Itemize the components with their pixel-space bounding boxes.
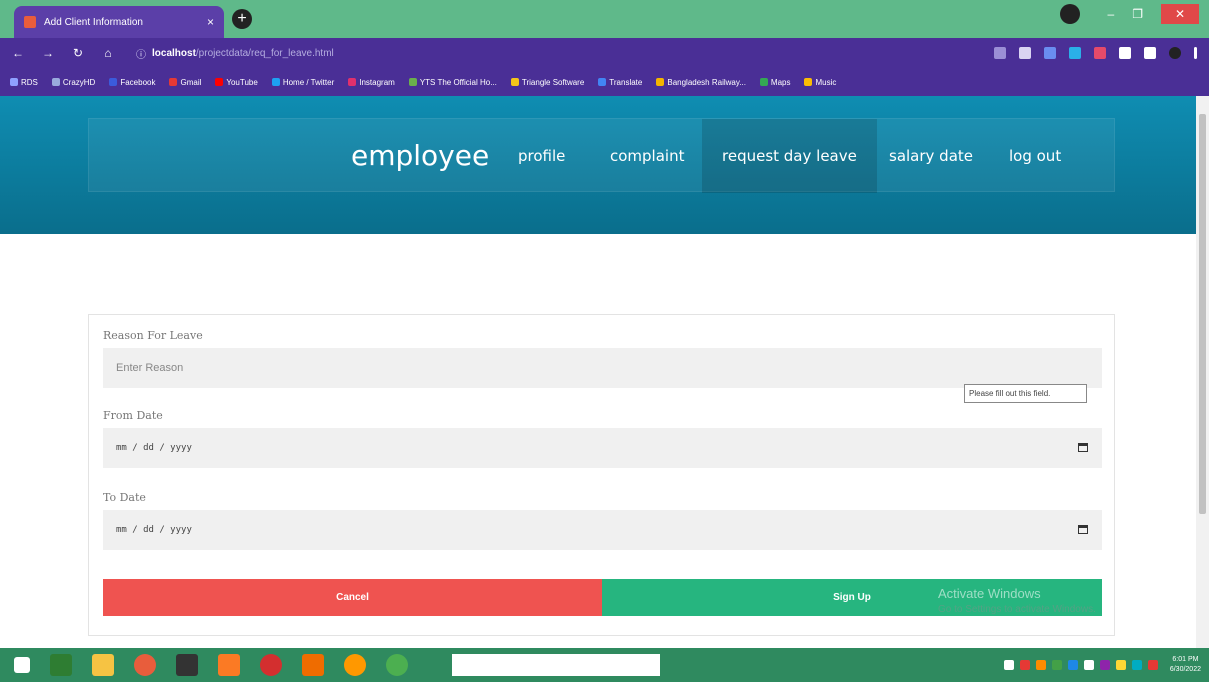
reason-label: Reason For Leave [103, 329, 203, 342]
bookmark-item[interactable]: YouTube [215, 78, 258, 87]
from-date-value: mm / dd / yyyy [116, 443, 192, 453]
info-icon: ⓘ [136, 49, 146, 61]
tray-icon[interactable] [1019, 660, 1030, 670]
back-icon[interactable]: ← [6, 46, 30, 60]
browser-tab[interactable]: Add Client Information × [14, 6, 224, 38]
clock-date: 6/30/2022 [1169, 666, 1201, 673]
bookmark-item[interactable]: Triangle Software [510, 78, 584, 87]
tray-icon[interactable] [1115, 660, 1126, 670]
to-date-value: mm / dd / yyyy [116, 525, 192, 535]
browser-toolbar: ← → ↻ ⌂ ⓘ localhost /projectdata/req_for… [0, 38, 1209, 68]
page-viewport: employee profile complaint request day l… [0, 96, 1196, 648]
tab-favicon-icon [24, 16, 36, 28]
brand-title[interactable]: employee [351, 139, 489, 172]
file-explorer-icon[interactable] [92, 654, 114, 676]
bookmark-item[interactable]: Bangladesh Railway... [656, 78, 746, 87]
tray-icon[interactable] [1051, 660, 1062, 670]
calendar-icon[interactable] [1078, 525, 1088, 534]
page-scrollbar[interactable] [1196, 96, 1209, 648]
cancel-button[interactable]: Cancel [103, 579, 602, 616]
activate-windows-watermark: Activate Windows [938, 586, 1041, 601]
scrollbar-thumb[interactable] [1199, 114, 1206, 514]
bookmark-item[interactable]: Maps [759, 78, 790, 87]
bookmark-item[interactable]: Gmail [169, 78, 201, 87]
extension-3-icon[interactable] [1094, 47, 1106, 59]
sidebar-icon[interactable] [1144, 47, 1156, 59]
nav-salary-date[interactable]: salary date [869, 119, 993, 193]
from-date-label: From Date [103, 409, 163, 422]
bookmark-item[interactable]: Instagram [348, 78, 395, 87]
minimize-icon[interactable]: – [1108, 7, 1115, 21]
taskbar-clock[interactable]: 6:01 PM 6/30/2022 [1170, 655, 1201, 675]
xampp-icon[interactable] [218, 654, 240, 676]
to-date-label: To Date [103, 491, 146, 504]
bookmark-item[interactable]: Facebook [109, 78, 155, 87]
nav-log-out[interactable]: log out [989, 119, 1081, 193]
new-tab-button[interactable]: + [232, 9, 252, 29]
taskbar-search-input[interactable] [452, 654, 660, 676]
tray-icon[interactable] [1147, 660, 1158, 670]
reload-icon[interactable]: ↻ [66, 46, 90, 60]
menu-icon[interactable] [1194, 47, 1197, 59]
forward-icon[interactable]: → [36, 46, 60, 60]
bookmark-item[interactable]: YTS The Official Ho... [408, 78, 497, 87]
extension-icons [994, 47, 1197, 59]
share-icon[interactable] [994, 47, 1006, 59]
validation-tooltip: Please fill out this field. [964, 384, 1087, 403]
browser-icon[interactable] [134, 654, 156, 676]
nav-complaint[interactable]: complaint [590, 119, 704, 193]
windows-start-icon[interactable] [14, 657, 30, 673]
sublime-icon[interactable] [302, 654, 324, 676]
tray-icon[interactable] [1083, 660, 1094, 670]
extensions-puzzle-icon[interactable] [1119, 47, 1131, 59]
from-date-input[interactable]: mm / dd / yyyy [103, 428, 1102, 468]
tray-icon[interactable] [1067, 660, 1078, 670]
calendar-icon[interactable] [1078, 443, 1088, 452]
tray-icon[interactable] [1099, 660, 1110, 670]
tray-icon[interactable] [1131, 660, 1142, 670]
system-tray: 6:01 PM 6/30/2022 [1003, 655, 1201, 675]
clock-time: 6:01 PM [1172, 656, 1199, 663]
to-date-input[interactable]: mm / dd / yyyy [103, 510, 1102, 550]
reason-input[interactable]: Enter Reason [103, 348, 1102, 388]
nav-profile[interactable]: profile [498, 119, 585, 193]
bookmark-item[interactable]: Music [804, 78, 836, 87]
bookmark-item[interactable]: Home / Twitter [271, 78, 334, 87]
firefox-icon[interactable] [344, 654, 366, 676]
activate-windows-subtext: Go to Settings to activate Windows. [938, 604, 1096, 615]
window-controls: – ❐ ✕ [1059, 4, 1199, 24]
bookmark-item[interactable]: Translate [598, 78, 642, 87]
extension-2-icon[interactable] [1069, 47, 1081, 59]
profile-avatar-icon[interactable] [1059, 4, 1080, 24]
opera-icon[interactable] [260, 654, 282, 676]
browser-titlebar: Add Client Information × + – ❐ ✕ [0, 0, 1209, 38]
profile-icon[interactable] [1169, 47, 1181, 59]
chrome-icon[interactable] [386, 654, 408, 676]
media-player-icon[interactable] [176, 654, 198, 676]
windows-taskbar: 6:01 PM 6/30/2022 [0, 648, 1209, 682]
store-icon[interactable] [50, 654, 72, 676]
tab-close-icon[interactable]: × [207, 15, 214, 29]
url-path: /projectdata/req_for_leave.html [195, 47, 334, 59]
address-bar[interactable]: ⓘ localhost /projectdata/req_for_leave.h… [136, 42, 966, 64]
page-header: employee profile complaint request day l… [0, 96, 1196, 234]
tray-icon[interactable] [1003, 660, 1014, 670]
nav-request-day-leave[interactable]: request day leave [702, 119, 877, 193]
tab-title: Add Client Information [44, 16, 143, 28]
restore-icon[interactable]: ❐ [1132, 7, 1143, 21]
tray-icon[interactable] [1035, 660, 1046, 670]
home-icon[interactable]: ⌂ [96, 46, 120, 60]
extension-1-icon[interactable] [1044, 47, 1056, 59]
main-navbar: employee profile complaint request day l… [88, 118, 1115, 193]
window-close-icon[interactable]: ✕ [1161, 4, 1199, 24]
star-icon[interactable] [1019, 47, 1031, 59]
bookmark-item[interactable]: RDS [10, 78, 38, 87]
bookmarks-bar: RDS CrazyHD Facebook Gmail YouTube Home … [0, 68, 1209, 96]
bookmark-item[interactable]: CrazyHD [51, 78, 95, 87]
url-host: localhost [152, 47, 196, 59]
